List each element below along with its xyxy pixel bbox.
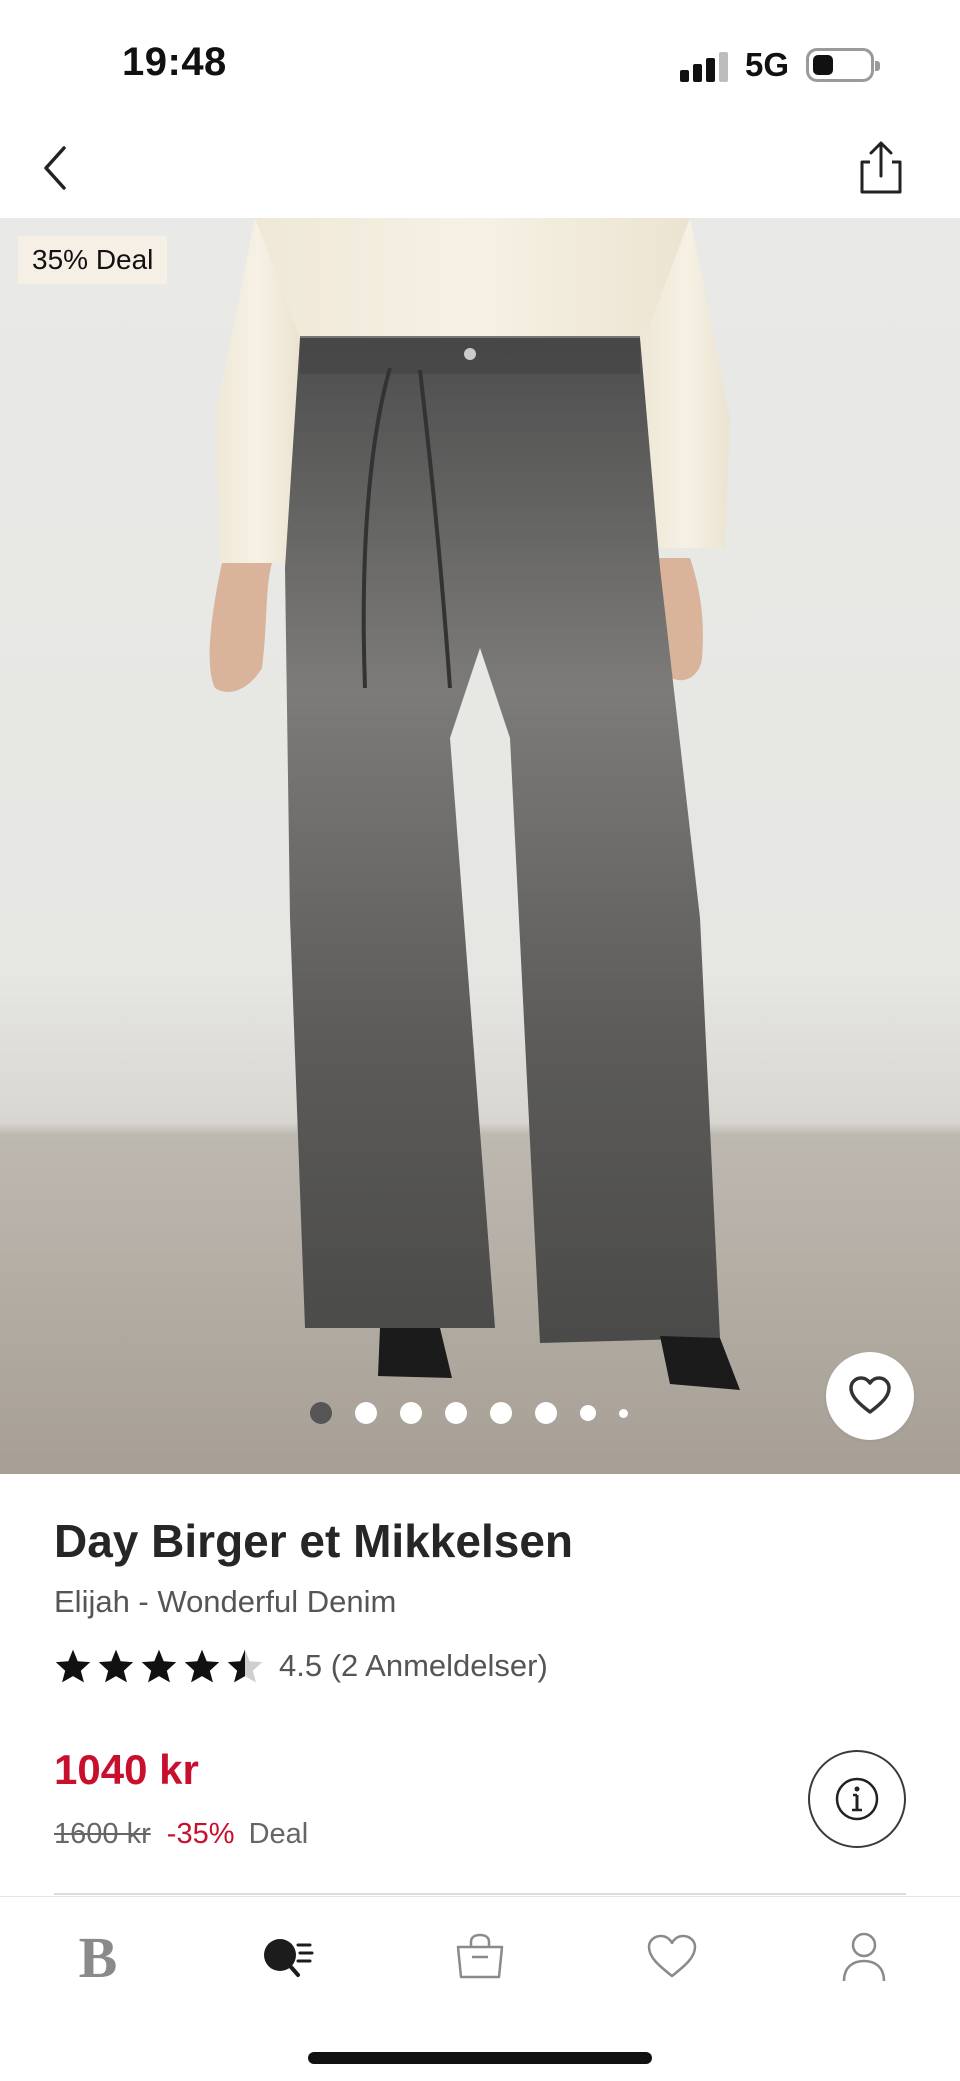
brand-logo-icon: B	[78, 1924, 118, 1990]
discount-percent: -35%	[166, 1818, 235, 1850]
tab-favorites[interactable]	[632, 1917, 712, 1997]
top-nav	[0, 120, 960, 218]
star-half-icon	[227, 1649, 263, 1683]
status-time: 19:48	[122, 40, 227, 84]
rating[interactable]: 4.5 (2 Anmeldelser)	[54, 1644, 548, 1688]
share-button[interactable]	[856, 140, 906, 200]
status-bar: 19:48 5G	[0, 0, 960, 120]
shopping-bag-icon	[456, 1933, 504, 1979]
deal-label: Deal	[248, 1818, 309, 1850]
carousel-dot[interactable]	[445, 1402, 467, 1424]
product-photo	[209, 218, 740, 1390]
star-filled-icon	[55, 1649, 91, 1683]
carousel-dot[interactable]	[619, 1408, 628, 1418]
discover-icon	[264, 1939, 314, 1977]
carousel-dot[interactable]	[400, 1402, 422, 1424]
tab-bag[interactable]	[440, 1917, 520, 1997]
carousel-dot[interactable]	[490, 1402, 512, 1424]
battery-icon	[806, 48, 880, 82]
divider	[54, 1893, 906, 1895]
deal-badge: 35% Deal	[18, 236, 168, 284]
tab-profile[interactable]	[824, 1917, 904, 1997]
heart-icon	[647, 1934, 697, 1978]
person-icon	[842, 1932, 886, 1982]
carousel-dot[interactable]	[535, 1402, 557, 1424]
product-name: Elijah - Wonderful Denim	[54, 1584, 397, 1619]
star-filled-icon	[184, 1649, 220, 1683]
info-button[interactable]	[808, 1750, 906, 1848]
star-filled-icon	[141, 1649, 177, 1683]
info-icon	[835, 1777, 879, 1821]
signal-icon	[680, 52, 730, 82]
price-original: 1600 kr	[54, 1818, 151, 1850]
network-label: 5G	[745, 46, 790, 83]
tab-home[interactable]: B	[58, 1917, 138, 1997]
heart-outline-icon	[849, 1376, 891, 1414]
product-image[interactable]: 35% Deal	[0, 218, 960, 1474]
carousel-dot[interactable]	[355, 1402, 377, 1424]
price-current: 1040 kr	[54, 1746, 199, 1793]
rating-stars	[54, 1648, 269, 1684]
product-brand[interactable]: Day Birger et Mikkelsen	[54, 1514, 573, 1568]
back-button[interactable]	[30, 138, 90, 198]
rating-text: 4.5 (2 Anmeldelser)	[279, 1648, 548, 1683]
chevron-left-icon	[44, 146, 66, 190]
price-details: 1600 kr -35% Deal	[54, 1818, 308, 1851]
carousel-dot[interactable]	[580, 1405, 596, 1421]
share-icon	[860, 141, 902, 194]
carousel-dots	[310, 1400, 651, 1426]
home-indicator[interactable]	[308, 2052, 652, 2064]
favorite-button[interactable]	[826, 1352, 914, 1440]
product-page: 19:48 5G 35% Deal Day Birger et Mikkelse…	[0, 0, 960, 2081]
tab-discover[interactable]	[248, 1917, 328, 1997]
carousel-dot[interactable]	[310, 1402, 332, 1424]
star-filled-icon	[98, 1649, 134, 1683]
